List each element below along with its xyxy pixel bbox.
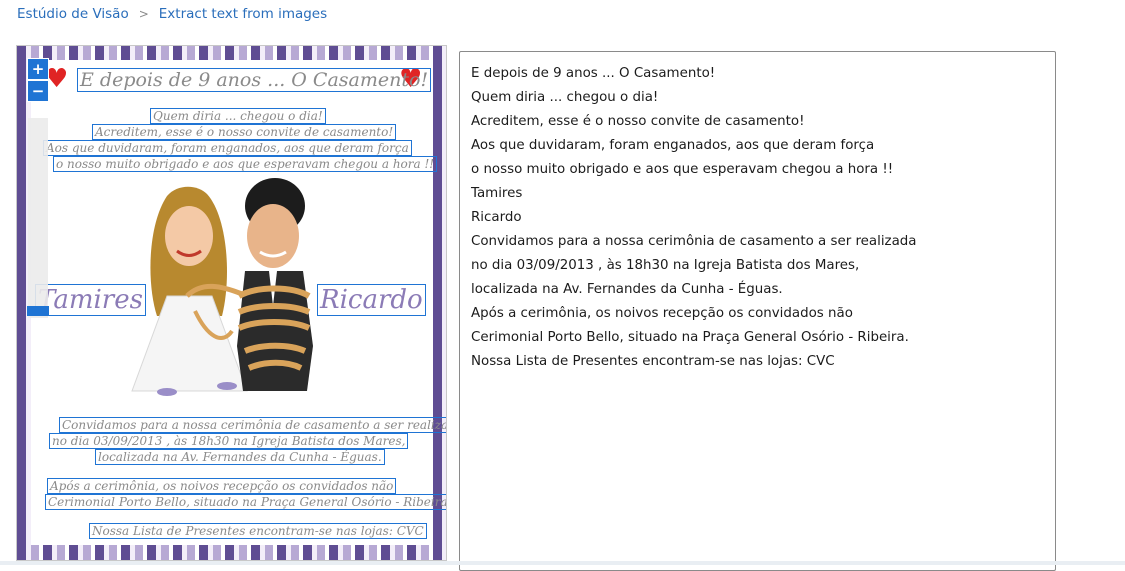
ocr-word-box: localizada na Av. Fernandes da Cunha - É… — [95, 449, 385, 465]
extracted-text-line: Após a cerimônia, os noivos recepção os … — [471, 306, 853, 321]
ocr-word-box: Cerimonial Porto Bello, situado na Praça… — [45, 494, 446, 510]
ocr-line: Nossa Lista de Presentes encontram-se na… — [89, 523, 427, 539]
ocr-groom-name: Ricardo — [317, 284, 426, 316]
breadcrumb-root-link[interactable]: Estúdio de Visão — [17, 6, 129, 22]
extracted-text-line: o nosso muito obrigado e aos que esperav… — [471, 162, 894, 177]
ocr-bride-name: Tamires — [35, 284, 146, 316]
extracted-text-line: Aos que duvidaram, foram enganados, aos … — [471, 138, 875, 153]
extracted-text-line: Quem diria ... chegou o dia! — [471, 90, 659, 105]
ocr-word-box: Convidamos para a nossa cerimônia de cas… — [59, 417, 446, 433]
ocr-line: Quem diria ... chegou o dia! — [150, 108, 326, 124]
ocr-word-box: Quem diria ... chegou o dia! — [150, 108, 326, 124]
ocr-word-box: Ricardo — [317, 284, 426, 316]
extracted-text-line: Acreditem, esse é o nosso convite de cas… — [471, 114, 805, 129]
extracted-text-line: Nossa Lista de Presentes encontram-se na… — [471, 354, 835, 369]
ocr-line: Aos que duvidaram, foram enganados, aos … — [43, 140, 412, 156]
ocr-line: localizada na Av. Fernandes da Cunha - É… — [95, 449, 385, 465]
extracted-text-line: Ricardo — [471, 210, 522, 225]
extracted-text-line: Cerimonial Porto Bello, situado na Praça… — [471, 330, 909, 345]
extracted-text-line: Convidamos para a nossa cerimônia de cas… — [471, 234, 917, 249]
ocr-word-box: E depois de 9 anos ... O Casamento! — [77, 68, 432, 92]
ocr-title: E depois de 9 anos ... O Casamento! — [77, 68, 432, 92]
extracted-text-line: localizada na Av. Fernandes da Cunha - É… — [471, 282, 783, 297]
zoom-out-button[interactable]: − — [27, 80, 49, 102]
ocr-word-box: Acreditem, esse é o nosso convite de cas… — [92, 124, 397, 140]
zoom-in-button[interactable]: + — [27, 58, 49, 80]
ocr-word-box: no dia 03/09/2013 , às 18h30 na Igreja B… — [49, 433, 409, 449]
ocr-line: Após a cerimônia, os noivos recepção os … — [47, 478, 397, 494]
breadcrumb: Estúdio de Visão > Extract text from ima… — [17, 5, 327, 23]
ocr-line: no dia 03/09/2013 , às 18h30 na Igreja B… — [49, 433, 409, 449]
extracted-text-panel[interactable]: E depois de 9 anos ... O Casamento! Quem… — [459, 51, 1056, 571]
ocr-line: Acreditem, esse é o nosso convite de cas… — [92, 124, 397, 140]
breadcrumb-current: Extract text from images — [158, 6, 328, 22]
zoom-slider[interactable] — [28, 118, 48, 318]
ocr-word-box: Tamires — [35, 284, 146, 316]
zoom-slider-handle[interactable] — [27, 306, 49, 316]
bottom-bar — [0, 561, 1125, 565]
extracted-text-line: E depois de 9 anos ... O Casamento! — [471, 66, 716, 81]
ocr-word-box: o nosso muito obrigado e aos que esperav… — [53, 156, 438, 172]
ocr-line: Cerimonial Porto Bello, situado na Praça… — [45, 494, 446, 510]
image-viewer[interactable]: + − ♥ ♥ E depois de 9 anos ... O Casamen… — [16, 45, 447, 561]
ocr-word-box: Nossa Lista de Presentes encontram-se na… — [89, 523, 427, 539]
chevron-right-icon: > — [138, 7, 149, 21]
ocr-word-box: Aos que duvidaram, foram enganados, aos … — [43, 140, 412, 156]
ocr-word-box: Após a cerimônia, os noivos recepção os … — [47, 478, 397, 494]
ocr-line: Convidamos para a nossa cerimônia de cas… — [59, 417, 446, 433]
extracted-text-line: no dia 03/09/2013 , às 18h30 na Igreja B… — [471, 258, 860, 273]
extracted-text-line: Tamires — [471, 186, 523, 201]
ocr-line: o nosso muito obrigado e aos que esperav… — [53, 156, 438, 172]
